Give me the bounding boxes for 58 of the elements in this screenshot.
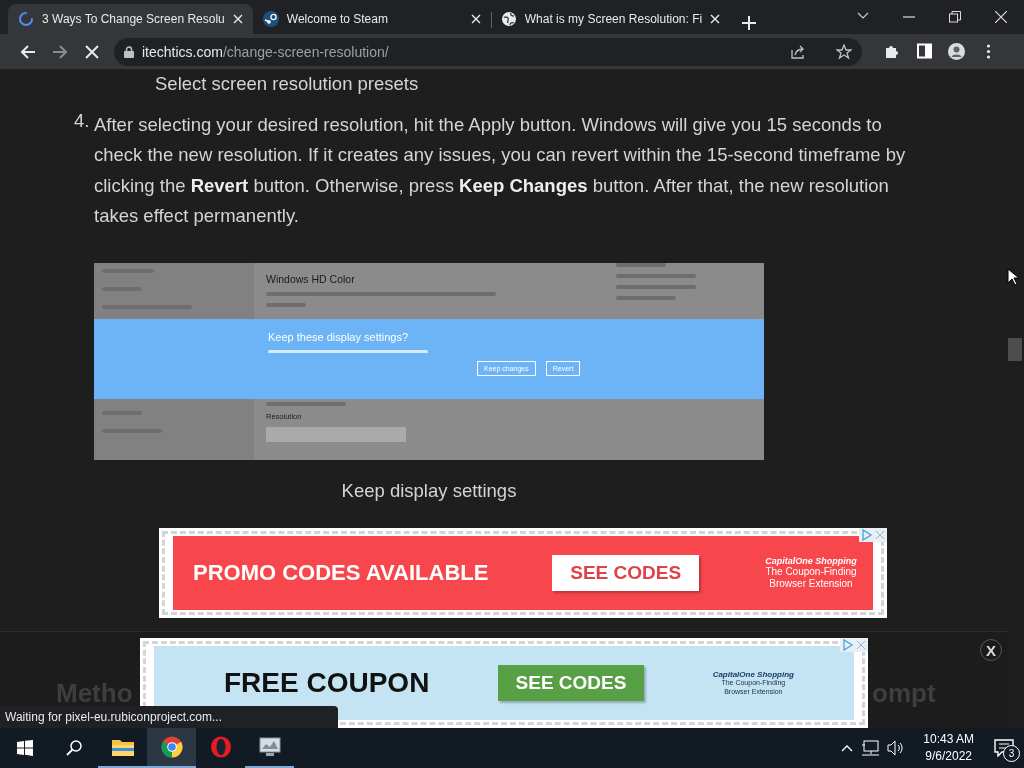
chrome-icon[interactable]	[160, 736, 183, 758]
volume-icon[interactable]	[887, 740, 904, 756]
ad-choices-icon[interactable]	[859, 528, 887, 543]
star-icon[interactable]	[836, 43, 852, 60]
globe-icon	[500, 11, 517, 27]
notification-icon[interactable]	[994, 739, 1014, 757]
browser-tab[interactable]: What is my Screen Resolution: Fi	[490, 4, 731, 34]
close-icon[interactable]	[995, 11, 1007, 23]
ad-headline: PROMO CODES AVAILABLE	[193, 560, 489, 587]
brand-logo-text: CapitalOne Shopping	[765, 555, 857, 566]
new-tab-icon[interactable]	[742, 16, 757, 30]
ad-tagline: The Coupon-Finding Browser Extension	[764, 565, 858, 591]
close-icon[interactable]	[710, 14, 721, 24]
close-button[interactable]: X	[980, 639, 1002, 661]
monitor-icon[interactable]	[257, 736, 282, 758]
steam-icon	[262, 11, 279, 27]
puzzle-piece-icon[interactable]	[883, 43, 901, 60]
image-caption: Select screen resolution presets	[154, 72, 420, 96]
settings-heading: Windows HD Color	[266, 273, 356, 286]
mouse-cursor-icon	[1007, 268, 1019, 286]
step-paragraph: After selecting your desired resolution, hit the Apply button. Windows will give you 15 seconds to check the new resolution. If it creates any issues, you can revert within the 15-second timeframe by clicking the Revert button. Otherwise, press Keep Changes button. After that, the new resolution takes effect permanently.	[94, 113, 907, 228]
dialog-title: Keep these display settings?	[268, 331, 410, 344]
share-icon[interactable]	[790, 43, 806, 60]
stop-icon[interactable]	[84, 43, 100, 60]
list-number: 4.	[74, 110, 90, 133]
clock-date: 9/6/2022	[925, 748, 972, 765]
scrollbar-thumb[interactable]	[1008, 338, 1022, 361]
taskbar-app[interactable]	[147, 728, 196, 768]
search-icon[interactable]	[65, 740, 82, 756]
see-codes-button[interactable]: SEE CODES	[552, 555, 700, 592]
lock-icon	[124, 45, 134, 58]
notification-badge: 3	[1003, 745, 1020, 762]
folder-icon[interactable]	[110, 737, 135, 757]
back-arrow-icon[interactable]	[20, 43, 36, 60]
close-icon[interactable]	[470, 14, 481, 24]
browser-tab[interactable]: 3 Ways To Change Screen Resolu	[8, 4, 253, 34]
blurred-text	[266, 303, 306, 308]
forward-arrow-icon[interactable]	[52, 43, 68, 60]
restore-icon[interactable]	[949, 11, 961, 23]
blurred-text	[616, 263, 666, 268]
windows-start-icon[interactable]	[16, 740, 33, 756]
avatar-icon[interactable]	[947, 43, 965, 60]
side-panel-icon[interactable]	[915, 43, 933, 60]
status-bubble: Waiting for pixel-eu.rubiconproject.com...	[0, 706, 338, 728]
clock[interactable]: 10:43 AM 9/6/2022	[923, 731, 974, 765]
brand-logo-text: CapitalOne Shopping	[712, 669, 794, 679]
image-caption: Keep display settings	[340, 480, 518, 503]
blurred-text	[616, 296, 676, 301]
advertisement-banner[interactable]: PROMO CODES AVAILABLE SEE CODES CapitalOne Shopping The Coupon-Finding Browser Extension	[159, 528, 887, 619]
ad-headline: FREE COUPON	[224, 667, 430, 699]
browser-tab[interactable]: Welcome to Steam	[252, 4, 491, 34]
address-bar[interactable]: itechtics.com/change-screen-resolution/	[114, 37, 862, 66]
close-icon[interactable]	[232, 14, 243, 24]
chevron-up-icon[interactable]	[841, 744, 854, 752]
opera-icon[interactable]	[209, 736, 232, 758]
clock-time: 10:43 AM	[923, 731, 974, 748]
network-icon[interactable]	[861, 740, 880, 756]
loading-spinner-icon	[18, 11, 34, 27]
